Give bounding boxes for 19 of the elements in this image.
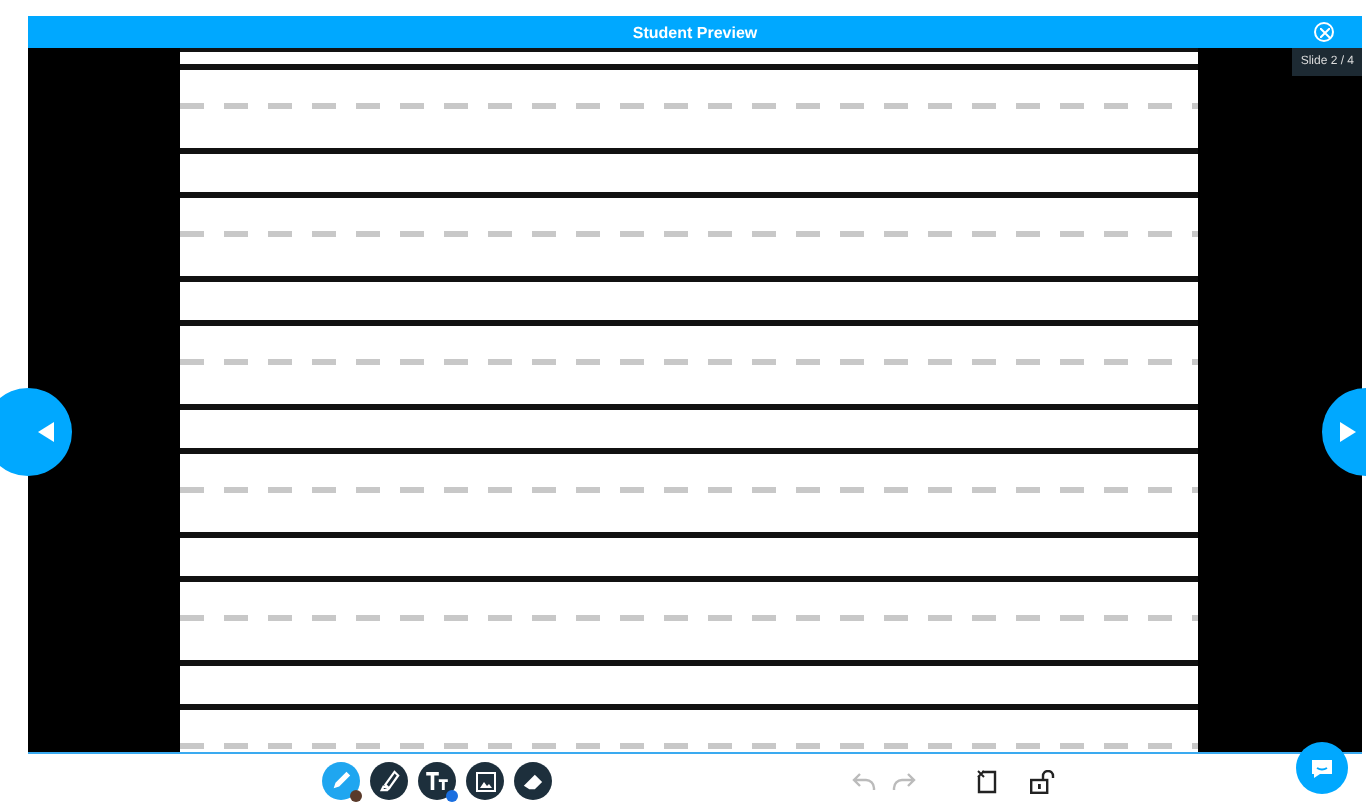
text-tool-button[interactable] xyxy=(418,762,456,800)
pencil-icon xyxy=(330,770,352,792)
chat-icon xyxy=(1310,757,1334,779)
pen-tool-button[interactable] xyxy=(322,762,360,800)
image-tool-button[interactable] xyxy=(466,762,504,800)
window-title: Student Preview xyxy=(632,23,758,41)
image-icon xyxy=(475,771,495,791)
eraser-tool-button[interactable] xyxy=(514,762,552,800)
unlocked-padlock-icon[interactable] xyxy=(1030,769,1056,793)
close-button[interactable] xyxy=(1314,22,1334,42)
highlighter-icon xyxy=(378,770,400,792)
highlighter-tool-button[interactable] xyxy=(370,762,408,800)
right-triangle-icon xyxy=(1340,422,1356,442)
new-page-button[interactable] xyxy=(976,769,998,793)
eraser-icon xyxy=(522,771,544,791)
left-triangle-icon xyxy=(38,422,54,442)
text-icon xyxy=(426,772,448,790)
chat-button[interactable] xyxy=(1296,742,1348,794)
close-icon xyxy=(1319,27,1329,37)
